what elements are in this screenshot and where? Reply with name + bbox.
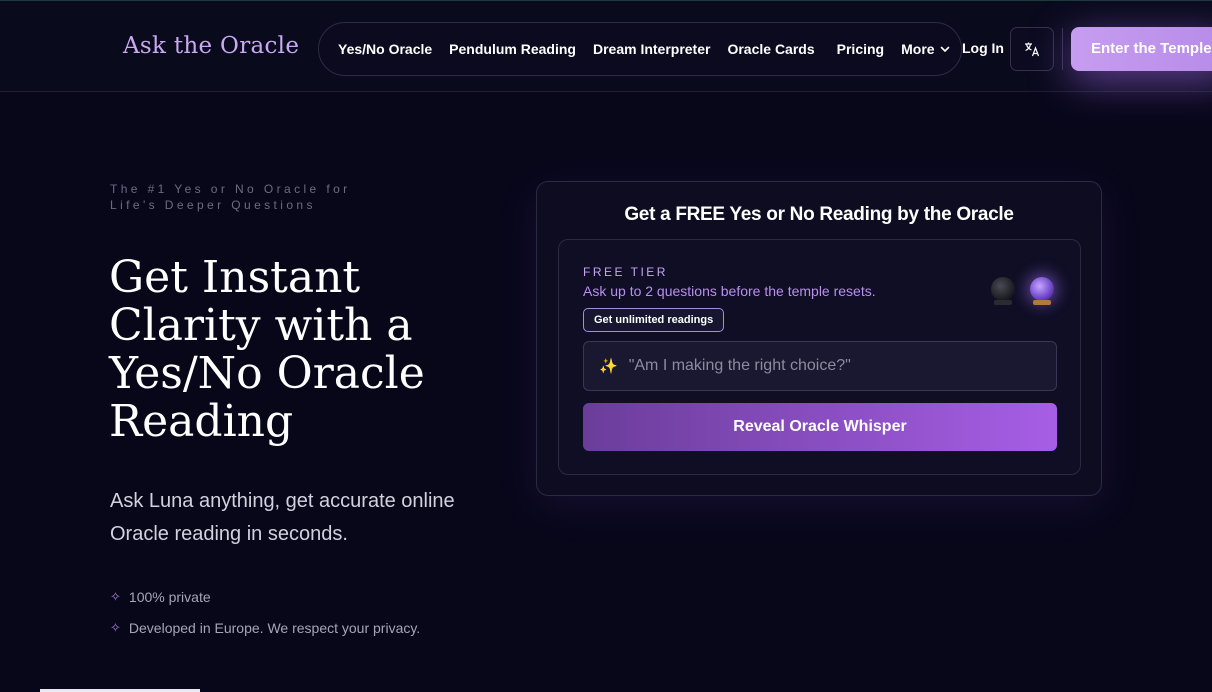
language-button[interactable] (1010, 27, 1054, 71)
enter-temple-button[interactable]: Enter the Temple (1071, 27, 1212, 71)
nav-item-dream-interpreter[interactable]: Dream Interpreter (593, 41, 711, 57)
header-divider (1062, 28, 1063, 70)
sparkle-icon: ✧ (110, 620, 121, 635)
nav-more-dropdown[interactable]: More (901, 41, 949, 57)
crystal-ball-icon-used (991, 277, 1015, 305)
hero-headline: Get Instant Clarity with a Yes/No Oracle… (109, 252, 425, 447)
question-field[interactable]: ✨ (583, 341, 1057, 391)
feature-item-europe: ✧ Developed in Europe. We respect your p… (110, 620, 420, 636)
feature-item-private: ✧ 100% private (110, 589, 211, 605)
question-input[interactable] (626, 356, 1047, 376)
sparkles-icon: ✨ (599, 358, 618, 375)
chevron-down-icon (940, 46, 949, 52)
nav-item-yes-no-oracle[interactable]: Yes/No Oracle (338, 41, 432, 57)
reveal-oracle-button[interactable]: Reveal Oracle Whisper (583, 403, 1057, 451)
nav-item-pricing[interactable]: Pricing (837, 41, 884, 57)
nav-item-pendulum-reading[interactable]: Pendulum Reading (449, 41, 576, 57)
get-unlimited-button[interactable]: Get unlimited readings (583, 308, 725, 332)
brand-logo[interactable]: Ask the Oracle (123, 33, 299, 59)
free-tier-panel: FREE TIER Ask up to 2 questions before t… (558, 239, 1081, 475)
feature-label: 100% private (128, 589, 211, 605)
tier-description: Ask up to 2 questions before the temple … (583, 283, 876, 299)
login-link[interactable]: Log In (962, 40, 1004, 56)
oracle-reading-card: Get a FREE Yes or No Reading by the Orac… (536, 181, 1102, 496)
card-title: Get a FREE Yes or No Reading by the Orac… (624, 204, 1014, 225)
sparkle-icon: ✧ (110, 589, 121, 604)
tier-label: FREE TIER (583, 265, 668, 279)
hero-eyebrow: The #1 Yes or No Oracle for Life's Deepe… (110, 182, 351, 212)
nav-item-oracle-cards[interactable]: Oracle Cards (727, 41, 814, 57)
hero-subtext: Ask Luna anything, get accurate online O… (110, 490, 455, 545)
feature-label: Developed in Europe. We respect your pri… (128, 620, 421, 636)
translate-icon (1025, 42, 1040, 57)
top-navigation-bar: Ask the Oracle Yes/No Oracle Pendulum Re… (0, 0, 1212, 92)
crystal-ball-icon-available (1030, 277, 1054, 305)
nav-more-label: More (901, 41, 935, 57)
main-nav: Yes/No Oracle Pendulum Reading Dream Int… (318, 22, 962, 76)
